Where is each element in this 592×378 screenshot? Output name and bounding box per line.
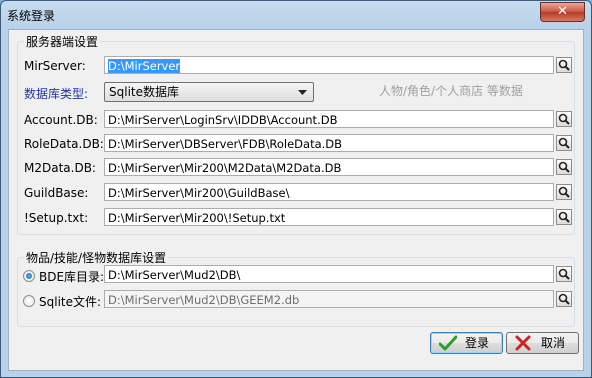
magnifier-icon [558,59,570,71]
account-db-browse-button[interactable] [556,111,572,127]
setup-txt-browse-button[interactable] [556,209,572,225]
guildbase-browse-button[interactable] [556,184,572,200]
db-type-hint: 人物/角色/个人商店 等数据 [379,84,523,98]
login-button-label: 登录 [465,336,490,350]
cross-icon [515,335,531,351]
title-bar[interactable]: 系统登录 ✕ [1,1,591,29]
setup-txt-label: !Setup.txt: [24,211,89,225]
mirserver-field[interactable]: D:\MirServer [104,56,554,74]
bde-dir-field[interactable]: D:\MirServer\Mud2\DB\ [104,265,554,283]
dialog-client-area: 服务器端设置 MirServer: D:\MirServer 数据库类型: Sq… [8,29,584,371]
sqlite-browse-button[interactable] [556,291,572,307]
mirserver-value: D:\MirServer [108,59,181,73]
guildbase-field[interactable]: D:\MirServer\Mir200\GuildBase\ [104,183,554,201]
close-icon: ✕ [557,4,568,19]
magnifier-icon [558,186,570,198]
guildbase-label: GuildBase: [24,186,89,200]
bde-radio[interactable] [23,270,35,282]
setup-txt-field[interactable]: D:\MirServer\Mir200\!Setup.txt [104,208,554,226]
magnifier-icon [558,113,570,125]
magnifier-icon [558,161,570,173]
server-settings-title: 服务器端设置 [24,33,101,50]
magnifier-icon [558,137,570,149]
dropdown-arrow-icon [298,90,307,95]
window-title: 系统登录 [7,9,56,23]
bde-dir-value: D:\MirServer\Mud2\DB\ [108,268,241,282]
m2data-db-field[interactable]: D:\MirServer\Mir200\M2Data\M2Data.DB [104,158,554,176]
sqlite-label: Sqlite文件: [39,295,102,309]
mirserver-browse-button[interactable] [556,57,572,73]
account-db-value: D:\MirServer\LoginSrv\IDDB\Account.DB [108,113,338,127]
roledata-db-label: RoleData.DB: [24,137,104,151]
roledata-db-browse-button[interactable] [556,135,572,151]
magnifier-icon [558,293,570,305]
bde-browse-button[interactable] [556,266,572,282]
roledata-db-value: D:\MirServer\DBServer\FDB\RoleData.DB [108,137,343,151]
mirserver-label: MirServer: [24,59,86,73]
magnifier-icon [558,211,570,223]
m2data-db-value: D:\MirServer\Mir200\M2Data\M2Data.DB [108,161,342,175]
checkmark-icon [439,335,457,351]
item-db-settings-title: 物品/技能/怪物数据库设置 [24,249,169,266]
account-db-label: Account.DB: [24,113,98,127]
m2data-db-browse-button[interactable] [556,159,572,175]
db-type-select[interactable]: Sqlite数据库 [104,82,314,102]
login-window: 系统登录 ✕ 服务器端设置 MirServer: D:\MirServer 数据… [0,0,592,378]
sqlite-radio[interactable] [23,295,35,307]
cancel-button[interactable]: 取消 [506,332,579,354]
close-button[interactable]: ✕ [540,2,585,22]
cancel-button-label: 取消 [541,336,566,350]
m2data-db-label: M2Data.DB: [24,161,96,175]
account-db-field[interactable]: D:\MirServer\LoginSrv\IDDB\Account.DB [104,110,554,128]
db-type-label: 数据库类型: [24,87,89,101]
sqlite-file-value: D:\MirServer\Mud2\DB\GEEM2.db [108,293,300,307]
sqlite-file-field[interactable]: D:\MirServer\Mud2\DB\GEEM2.db [104,290,554,308]
db-type-selected: Sqlite数据库 [109,85,179,99]
login-button[interactable]: 登录 [430,332,503,354]
roledata-db-field[interactable]: D:\MirServer\DBServer\FDB\RoleData.DB [104,134,554,152]
setup-txt-value: D:\MirServer\Mir200\!Setup.txt [108,211,286,225]
magnifier-icon [558,268,570,280]
guildbase-value: D:\MirServer\Mir200\GuildBase\ [108,186,290,200]
bde-label: BDE库目录: [39,270,105,284]
